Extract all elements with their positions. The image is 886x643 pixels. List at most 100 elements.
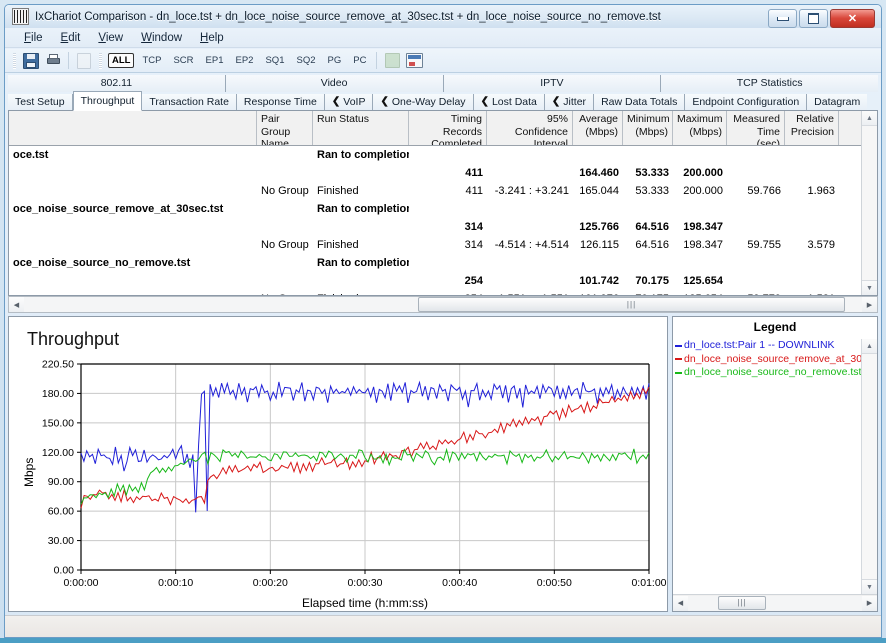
table-cell: 254	[464, 275, 483, 287]
legend-scroll-up-arrow[interactable]: ▲	[862, 339, 877, 354]
tab-transaction-rate[interactable]: Transaction Rate	[142, 94, 237, 110]
tab-voip[interactable]: ❮ VoIP	[324, 94, 374, 110]
grid-header-text: Minimum	[627, 113, 670, 125]
table-cell: 1.521	[785, 293, 839, 295]
minimize-button[interactable]	[768, 9, 797, 28]
table-row[interactable]: No Group Finished 314 -4.514 : +4.514 126.11…	[9, 236, 862, 254]
tab-row-bottom: Test Setup Throughput Transaction Rate Resp…	[8, 91, 878, 111]
toolbar-filter-ep1[interactable]: EP1	[202, 53, 228, 68]
tab-label: Lost Data	[491, 96, 537, 108]
xtick-label: 0:00:50	[537, 577, 572, 589]
close-button[interactable]: ✕	[830, 9, 875, 28]
table-cell: 200.000	[683, 167, 723, 179]
grid-hscroll-track[interactable]: |||	[24, 297, 862, 312]
grid-header-cell[interactable]: Average (Mbps)	[573, 111, 623, 145]
grid-header-cell[interactable]: Pair Group Name	[257, 111, 313, 145]
toolbar-filter-ep2[interactable]: EP2	[232, 53, 258, 68]
tab-iptv[interactable]: IPTV	[443, 75, 662, 92]
grid-scroll-up-arrow[interactable]: ▲	[862, 111, 877, 126]
tab-video[interactable]: Video	[225, 75, 444, 92]
table-cell: -4.514 : +4.514	[494, 239, 569, 251]
grid-header-text: Average	[579, 113, 618, 125]
grid-header-cell[interactable]: Run Status	[313, 111, 409, 145]
tab-lost-data[interactable]: ❮ Lost Data	[473, 94, 545, 110]
tab-raw-data-totals[interactable]: Raw Data Totals	[594, 94, 686, 110]
tab-one-way-delay[interactable]: ❮ One-Way Delay	[373, 94, 474, 110]
tab-endpoint-configuration[interactable]: Endpoint Configuration	[685, 94, 808, 110]
toolbar-filter-scr[interactable]: SCR	[169, 53, 197, 68]
grid-scroll-left-arrow[interactable]: ◀	[9, 297, 24, 312]
grid-header-cell[interactable]: Relative Precision	[785, 111, 839, 145]
toolbar-filter-sq2[interactable]: SQ2	[292, 53, 319, 68]
green-button[interactable]	[382, 51, 402, 70]
tab-test-setup[interactable]: Test Setup	[8, 94, 73, 110]
legend-horizontal-scrollbar[interactable]: ◀ ||| ▶	[673, 594, 877, 611]
legend-scroll-left-arrow[interactable]: ◀	[673, 595, 688, 611]
toolbar-filter-pg[interactable]: PG	[324, 53, 346, 68]
toolbar-grip[interactable]	[13, 52, 16, 69]
grid-header-cell[interactable]: Minimum (Mbps)	[623, 111, 673, 145]
legend-scroll-right-arrow[interactable]: ▶	[862, 595, 877, 611]
legend-item[interactable]: dn_loce_noise_source_no_remove.tst:F	[675, 366, 861, 380]
grid-vertical-scrollbar[interactable]: ▲ ▼	[861, 111, 877, 295]
grid-header-cell[interactable]: Timing Records Completed	[409, 111, 487, 145]
legend-hscroll-track[interactable]: |||	[688, 595, 862, 611]
table-row[interactable]: 314 125.766 64.516 198.347	[9, 218, 862, 236]
toolbar-grip-2[interactable]	[99, 52, 102, 69]
legend-color-swatch	[675, 371, 682, 374]
maximize-button[interactable]	[799, 9, 828, 28]
table-row[interactable]: oce_noise_source_no_remove.tst Ran to com…	[9, 254, 862, 272]
results-grid: Pair Group Name Run Status Timing Records Co…	[8, 110, 878, 296]
menu-item-edit[interactable]: Edit	[52, 30, 90, 46]
table-cell: 101.976	[573, 293, 623, 295]
menu-item-view[interactable]: View	[89, 30, 132, 46]
grid-hscroll-thumb[interactable]: |||	[417, 297, 846, 312]
tab-throughput[interactable]: Throughput	[72, 91, 143, 111]
table-row[interactable]: oce_noise_source_remove_at_30sec.tst Ran …	[9, 200, 862, 218]
grid-header-text: Interval	[533, 138, 568, 145]
toolbar-filter-all[interactable]: ALL	[108, 53, 135, 68]
legend-item[interactable]: dn_loce_noise_source_remove_at_30se	[675, 353, 861, 367]
grid-header-text: Measured	[733, 113, 780, 125]
page-button[interactable]	[74, 51, 94, 70]
ytick-label: 90.00	[48, 476, 74, 488]
grid-header-cell[interactable]	[9, 111, 257, 145]
table-cell: Finished	[313, 293, 409, 295]
menu-item-file[interactable]: File	[15, 30, 52, 46]
legend-hscroll-thumb[interactable]: |||	[717, 595, 767, 610]
toolbar-filter-tcp[interactable]: TCP	[138, 53, 165, 68]
table-cell: 101.742	[579, 275, 619, 287]
table-row[interactable]: 254 101.742 70.175 125.654	[9, 272, 862, 290]
grid-header-cell[interactable]: Maximum (Mbps)	[673, 111, 727, 145]
legend-vertical-scrollbar[interactable]: ▲ ▼	[861, 339, 877, 594]
grid-header-text: Timing Records	[442, 113, 482, 138]
toolbar-filter-pc[interactable]: PC	[349, 53, 370, 68]
tab-datagram[interactable]: Datagram	[807, 94, 868, 110]
menu-item-help[interactable]: Help	[191, 30, 233, 46]
tab-tcp-statistics[interactable]: TCP Statistics	[661, 75, 878, 92]
grid-horizontal-scrollbar[interactable]: ◀ ||| ▶	[8, 296, 878, 313]
table-row[interactable]: oce.tst Ran to completion	[9, 146, 862, 164]
grid-header-cell[interactable]: Measured Time (sec)	[727, 111, 785, 145]
grid-scroll-right-arrow[interactable]: ▶	[862, 297, 877, 312]
chart-button[interactable]	[404, 51, 424, 70]
table-row[interactable]: No Group Finished 411 -3.241 : +3.241 165.04…	[9, 182, 862, 200]
xtick-label: 0:00:30	[347, 577, 382, 589]
menu-item-window[interactable]: Window	[132, 30, 191, 46]
table-cell: 53.333	[635, 167, 669, 179]
legend-item[interactable]: dn_loce.tst:Pair 1 -- DOWNLINK	[675, 339, 861, 353]
table-cell: 64.516	[635, 239, 669, 251]
table-cell: 314	[464, 239, 483, 251]
tab-jitter[interactable]: ❮ Jitter	[544, 94, 595, 110]
grid-header-cell[interactable]: 95% Confidence Interval	[487, 111, 573, 145]
grid-scroll-down-arrow[interactable]: ▼	[862, 280, 877, 295]
table-row[interactable]: No GroupFinished254-1.551 : +1.551101.97…	[9, 290, 862, 295]
legend-scroll-down-arrow[interactable]: ▼	[862, 579, 877, 594]
tab-802-11[interactable]: 802.11	[8, 75, 226, 92]
table-cell: oce_noise_source_no_remove.tst	[13, 257, 191, 269]
save-button[interactable]	[21, 51, 41, 70]
toolbar-filter-sq1[interactable]: SQ1	[261, 53, 288, 68]
print-button[interactable]	[43, 51, 63, 70]
tab-response-time[interactable]: Response Time	[236, 94, 325, 110]
table-row[interactable]: 411 164.460 53.333 200.000	[9, 164, 862, 182]
